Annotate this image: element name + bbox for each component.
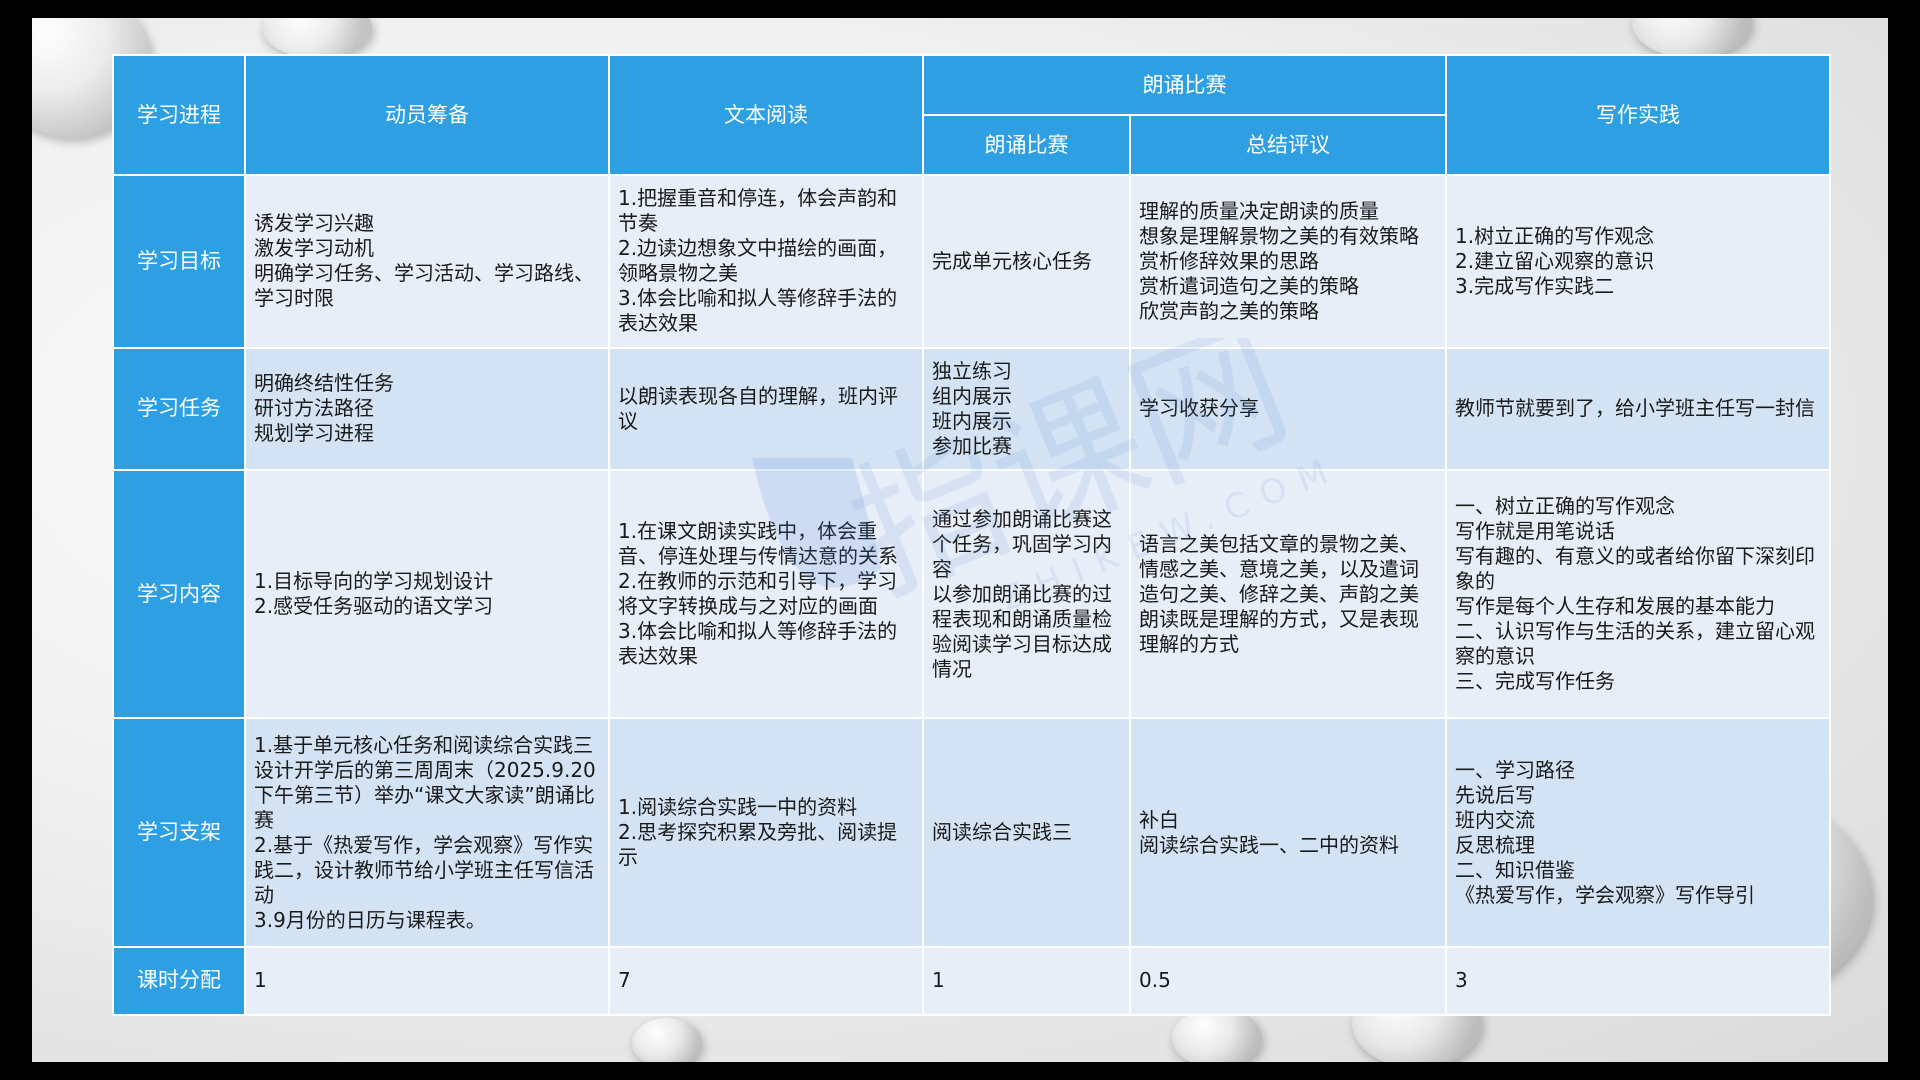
table-cell: 1.在课文朗读实践中，体会重音、停连处理与传情达意的关系 2.在教师的示范和引导下… [608, 468, 924, 720]
table-cell: 一、树立正确的写作观念 写作就是用笔说话 写有趣的、有意义的或者给你留下深刻印象的写… [1445, 468, 1831, 720]
table-cell: 3 [1445, 945, 1831, 1017]
table-cell: 0.5 [1129, 945, 1447, 1017]
table-cell: 补白 阅读综合实践一、二中的资料 [1129, 717, 1447, 948]
row-label: 学习任务 [112, 346, 246, 471]
table-cell: 教师节就要到了，给小学班主任写一封信 [1445, 346, 1831, 471]
table-cell: 以朗读表现各自的理解，班内评议 [608, 346, 924, 471]
water-drop-decoration [1172, 1008, 1262, 1062]
learning-plan-table: 学习进程 动员筹备 文本阅读 朗诵比赛 写作实践 朗诵比赛 总结评议 学习目标 … [112, 53, 1831, 1017]
table-cell: 通过参加朗诵比赛这个任务，巩固学习内容 以参加朗诵比赛的过程表现和朗诵质量检验阅读… [922, 468, 1131, 720]
table-cell: 1 [922, 945, 1131, 1017]
table-cell: 学习收获分享 [1129, 346, 1447, 471]
table-cell: 7 [608, 945, 924, 1017]
table-cell: 诱发学习兴趣 激发学习动机 明确学习任务、学习活动、学习路线、学习时限 [244, 174, 610, 349]
table-cell: 阅读综合实践三 [922, 717, 1131, 948]
water-drop-decoration [632, 1018, 702, 1062]
table-cell: 完成单元核心任务 [922, 174, 1131, 349]
row-label: 学习支架 [112, 717, 246, 948]
row-label: 课时分配 [112, 945, 246, 1017]
table-cell: 独立练习 组内展示 班内展示 参加比赛 [922, 346, 1131, 471]
table-cell: 语言之美包括文章的景物之美、情感之美、意境之美，以及遣词造句之美、修辞之美、声韵… [1129, 468, 1447, 720]
table-row: 学习任务 明确终结性任务 研讨方法路径 规划学习进程 以朗读表现各自的理解，班内评议… [112, 346, 1831, 471]
table-row: 学习支架 1.基于单元核心任务和阅读综合实践三设计开学后的第三周周末（2025.… [112, 717, 1831, 948]
header-learning-process: 学习进程 [112, 53, 246, 177]
row-label: 学习目标 [112, 174, 246, 349]
table-cell: 1.基于单元核心任务和阅读综合实践三设计开学后的第三周周末（2025.9.20下… [244, 717, 610, 948]
table-cell: 1.目标导向的学习规划设计 2.感受任务驱动的语文学习 [244, 468, 610, 720]
table-cell: 1 [244, 945, 610, 1017]
table-cell: 一、学习路径 先说后写 班内交流 反思梳理 二、知识借鉴 《热爱写作，学会观察》写作导引 [1445, 717, 1831, 948]
table-cell: 1.树立正确的写作观念 2.建立留心观察的意识 3.完成写作实践二 [1445, 174, 1831, 349]
header-mobilization: 动员筹备 [244, 53, 610, 177]
water-drop-decoration [262, 18, 372, 58]
header-writing-practice: 写作实践 [1445, 53, 1831, 177]
header-recitation-contest: 朗诵比赛 [922, 114, 1131, 177]
row-label: 学习内容 [112, 468, 246, 720]
table-cell: 1.阅读综合实践一中的资料 2.思考探究积累及旁批、阅读提示 [608, 717, 924, 948]
table-row: 学习内容 1.目标导向的学习规划设计 2.感受任务驱动的语文学习 1.在课文朗读实… [112, 468, 1831, 720]
header-recitation-group: 朗诵比赛 [922, 53, 1447, 117]
slide-background: 学习进程 动员筹备 文本阅读 朗诵比赛 写作实践 朗诵比赛 总结评议 学习目标 … [32, 18, 1888, 1062]
table-cell: 理解的质量决定朗读的质量 想象是理解景物之美的有效策略 赏析修辞效果的思路 赏析遣词造… [1129, 174, 1447, 349]
table-row: 课时分配 1 7 1 0.5 3 [112, 945, 1831, 1017]
header-text-reading: 文本阅读 [608, 53, 924, 177]
header-summary-review: 总结评议 [1129, 114, 1447, 177]
header-row: 学习进程 动员筹备 文本阅读 朗诵比赛 写作实践 [112, 53, 1831, 177]
water-drop-decoration [1632, 18, 1752, 58]
table-cell: 1.把握重音和停连，体会声韵和节奏 2.边读边想象文中描绘的画面，领略景物之美 3.… [608, 174, 924, 349]
table-cell: 明确终结性任务 研讨方法路径 规划学习进程 [244, 346, 610, 471]
table-row: 学习目标 诱发学习兴趣 激发学习动机 明确学习任务、学习活动、学习路线、学习时限 1… [112, 174, 1831, 349]
